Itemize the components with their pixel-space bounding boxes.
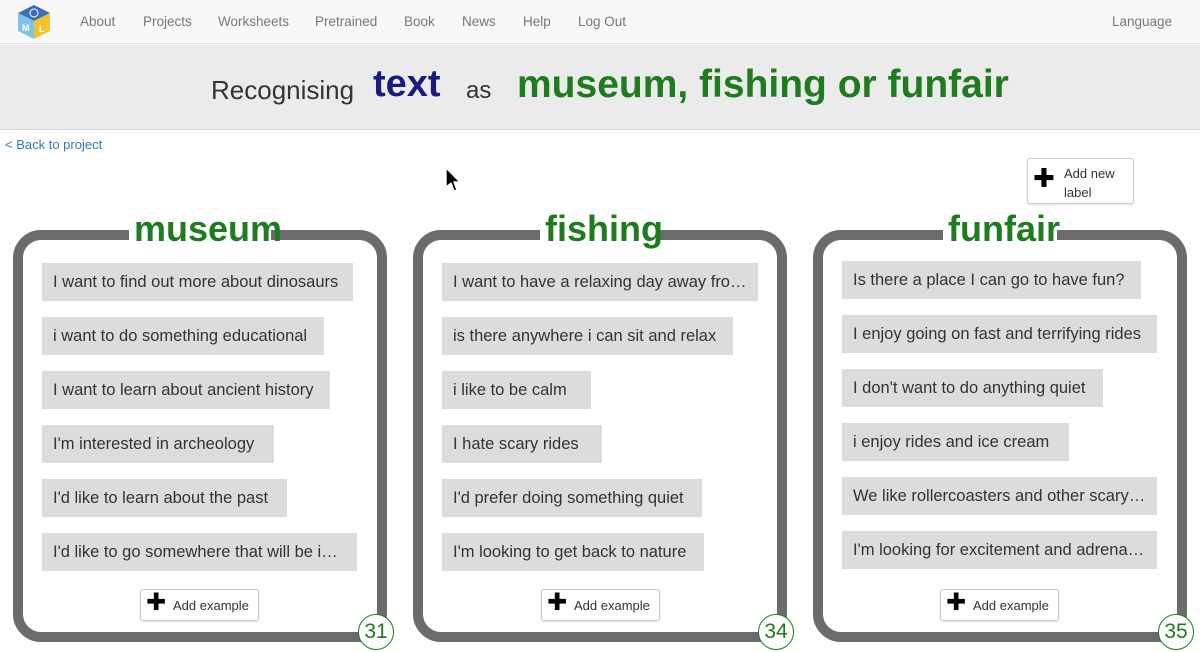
- add-example-button[interactable]: ✚ Add example: [140, 589, 259, 621]
- banner-label-list: museum, fishing or funfair: [517, 63, 1009, 106]
- plus-icon: ✚: [946, 589, 967, 616]
- plus-icon: ✚: [1033, 163, 1055, 193]
- example-count-badge: 34: [758, 614, 794, 650]
- back-to-project-link[interactable]: < Back to project: [5, 137, 102, 152]
- training-example[interactable]: We like rollercoasters and other scary r…: [842, 477, 1157, 515]
- training-example[interactable]: I'm interested in archeology: [42, 425, 274, 463]
- nav-language-dropdown[interactable]: Language: [1112, 0, 1172, 44]
- training-example[interactable]: I want to have a relaxing day away from …: [442, 263, 758, 301]
- training-example[interactable]: I'm looking for excitement and adrenalin…: [842, 531, 1157, 569]
- training-example[interactable]: I enjoy going on fast and terrifying rid…: [842, 315, 1157, 353]
- nav-pretrained-link[interactable]: Pretrained: [315, 0, 377, 44]
- mouse-pointer-icon: [445, 167, 461, 192]
- training-example[interactable]: I'd like to learn about the past: [42, 479, 287, 517]
- nav-logout-link[interactable]: Log Out: [578, 0, 626, 44]
- training-example[interactable]: I'd prefer doing something quiet: [442, 479, 702, 517]
- training-example[interactable]: I want to learn about ancient history: [42, 371, 330, 409]
- ml-blocks-logo-icon[interactable]: M L: [15, 3, 53, 41]
- add-example-label: Add example: [973, 598, 1049, 613]
- svg-text:L: L: [39, 24, 45, 34]
- plus-icon: ✚: [146, 589, 167, 616]
- nav-worksheets-link[interactable]: Worksheets: [218, 0, 289, 44]
- add-example-label: Add example: [173, 598, 249, 613]
- add-example-button[interactable]: ✚ Add example: [541, 589, 660, 621]
- nav-projects-link[interactable]: Projects: [143, 0, 192, 44]
- banner-recognising-text: Recognising: [211, 75, 355, 105]
- top-navbar: M L About Projects Worksheets Pretrained…: [0, 0, 1200, 44]
- label-title-museum[interactable]: museum: [129, 206, 282, 252]
- example-count-badge: 31: [358, 614, 394, 650]
- training-example[interactable]: i enjoy rides and ice cream: [842, 423, 1069, 461]
- nav-help-link[interactable]: Help: [523, 0, 551, 44]
- training-example[interactable]: i want to do something educational: [42, 317, 324, 355]
- nav-book-link[interactable]: Book: [404, 0, 435, 44]
- add-example-label: Add example: [574, 598, 650, 613]
- training-example[interactable]: is there anywhere i can sit and relax: [442, 317, 733, 355]
- training-example[interactable]: I want to find out more about dinosaurs: [42, 263, 353, 301]
- training-example[interactable]: I don't want to do anything quiet: [842, 369, 1103, 407]
- training-example[interactable]: Is there a place I can go to have fun?: [842, 261, 1141, 299]
- label-title-fishing[interactable]: fishing: [540, 206, 663, 252]
- label-title-funfair[interactable]: funfair: [943, 206, 1060, 252]
- banner-as-text: as: [466, 77, 492, 104]
- training-example[interactable]: I'm looking to get back to nature: [442, 533, 704, 571]
- training-example[interactable]: I'd like to go somewhere that will be in…: [42, 533, 357, 571]
- add-new-label-text: Add new label: [1064, 166, 1115, 200]
- training-example[interactable]: i like to be calm: [442, 371, 591, 409]
- project-banner: Recognising text as museum, fishing or f…: [0, 45, 1200, 130]
- training-example[interactable]: I hate scary rides: [442, 425, 602, 463]
- nav-news-link[interactable]: News: [462, 0, 496, 44]
- add-example-button[interactable]: ✚ Add example: [940, 589, 1059, 621]
- plus-icon: ✚: [547, 589, 568, 616]
- svg-text:M: M: [22, 23, 30, 33]
- add-new-label-button[interactable]: ✚ Add new label: [1027, 158, 1134, 204]
- example-count-badge: 35: [1158, 614, 1194, 650]
- nav-about-link[interactable]: About: [80, 0, 115, 44]
- banner-project-type: text: [373, 63, 441, 105]
